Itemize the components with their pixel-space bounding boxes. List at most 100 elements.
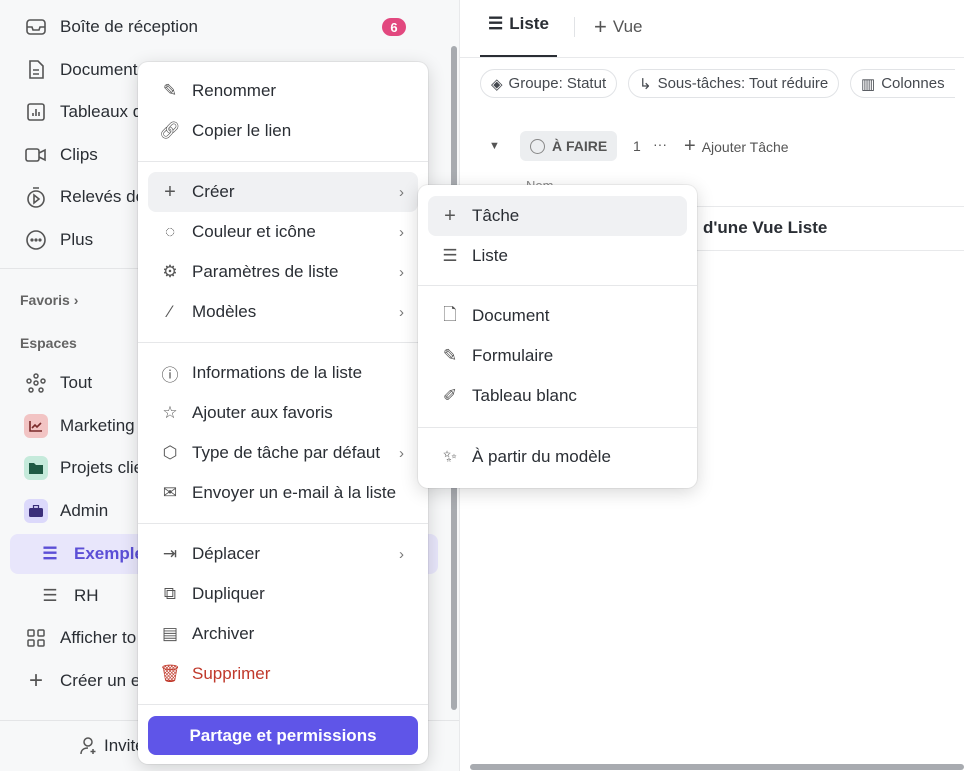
menu-item-list-info[interactable]: ⓘ Informations de la liste xyxy=(148,353,418,393)
inbox-icon xyxy=(24,15,48,39)
space-label: Projets clie xyxy=(60,458,144,477)
menu-item-default-task-type[interactable]: ⬡ Type de tâche par défaut › xyxy=(148,433,418,473)
chevron-right-icon: › xyxy=(399,263,404,281)
sidebar-item-label: Tableaux d xyxy=(60,102,143,121)
pencil-icon: ✎ xyxy=(162,81,178,100)
add-view-button[interactable]: + Vue xyxy=(594,14,642,40)
more-icon xyxy=(24,228,48,252)
submenu-item-whiteboard[interactable]: ✐ Tableau blanc xyxy=(428,376,687,416)
list-icon: ☰ xyxy=(488,14,504,33)
sidebar-item-label: Boîte de réception xyxy=(60,17,198,36)
menu-label: Déplacer xyxy=(192,544,261,563)
duplicate-icon: ⧉ xyxy=(163,584,177,603)
menu-label: Créer xyxy=(192,182,235,201)
task-name: d'une Vue Liste xyxy=(703,218,828,237)
space-label: Créer un e xyxy=(60,671,141,690)
menu-item-color-icon[interactable]: ◌ Couleur et icône › xyxy=(148,212,418,252)
task-count: 1 xyxy=(633,138,641,154)
create-submenu: + Tâche ☰ Liste 🗋︎ Document ✎ Formulaire ✐ Ta… xyxy=(418,185,697,488)
menu-item-create[interactable]: + Créer › xyxy=(148,172,418,212)
list-icon: ☰ xyxy=(42,586,58,605)
folder-icon xyxy=(24,456,48,480)
tab-label: Liste xyxy=(509,14,549,33)
menu-label: Copier le lien xyxy=(192,121,292,140)
plus-icon: + xyxy=(594,14,607,39)
menu-item-archive[interactable]: ▤ Archiver xyxy=(148,614,418,654)
submenu-item-from-template[interactable]: ✨︎ À partir du modèle xyxy=(428,437,687,477)
divider xyxy=(460,57,964,58)
menu-item-rename[interactable]: ✎ Renommer xyxy=(148,71,418,111)
menu-label: Modèles xyxy=(192,302,257,321)
chip-label: Sous-tâches: Tout réduire xyxy=(657,75,829,92)
menu-label: Supprimer xyxy=(192,664,271,683)
divider xyxy=(418,285,697,286)
divider xyxy=(138,161,428,162)
menu-item-copy-link[interactable]: 🔗︎ Copier le lien xyxy=(148,111,418,151)
favorites-label: Favoris xyxy=(20,292,70,308)
menu-item-list-settings[interactable]: ⚙ Paramètres de liste › xyxy=(148,252,418,292)
divider xyxy=(138,342,428,343)
list-add-icon: ☰ xyxy=(442,246,458,265)
menu-label: Type de tâche par défaut xyxy=(192,443,381,462)
menu-label: Archiver xyxy=(192,624,255,643)
menu-item-delete[interactable]: 🗑︎ Supprimer xyxy=(148,654,418,694)
menu-item-templates[interactable]: ⁄ Modèles › xyxy=(148,292,418,332)
menu-item-email-list[interactable]: ✉ Envoyer un e-mail à la liste xyxy=(148,473,418,513)
chevron-right-icon: › xyxy=(399,444,404,462)
status-badge[interactable]: À FAIRE xyxy=(520,131,618,161)
sidebar-item-label: Clips xyxy=(60,145,98,164)
plus-icon: + xyxy=(684,135,696,157)
share-permissions-button[interactable]: Partage et permissions xyxy=(148,716,418,755)
sparkle-wand-icon: ✨︎ xyxy=(443,447,457,466)
list-icon: ☰ xyxy=(42,544,58,563)
inbox-badge: 6 xyxy=(382,18,406,36)
horizontal-scrollbar[interactable] xyxy=(470,764,964,770)
menu-label: Renommer xyxy=(192,81,277,100)
menu-item-add-favorite[interactable]: ☆ Ajouter aux favoris xyxy=(148,393,418,433)
columns-icon: ▥ xyxy=(861,75,876,93)
collapse-caret-icon[interactable]: ▼ xyxy=(489,140,500,152)
tab-list[interactable]: ☰ Liste xyxy=(488,14,549,34)
status-label: À FAIRE xyxy=(552,138,608,154)
more-icon[interactable]: ··· xyxy=(653,136,667,152)
columns-chip[interactable]: ▥ Colonnes xyxy=(850,69,955,98)
archive-icon: ▤ xyxy=(161,624,179,643)
chevron-right-icon: › xyxy=(399,223,404,241)
space-label: Marketing xyxy=(60,416,135,435)
favorites-header[interactable]: Favoris › xyxy=(20,292,78,308)
star-icon: ☆ xyxy=(162,403,178,422)
document-icon xyxy=(24,58,48,82)
submenu-item-form[interactable]: ✎ Formulaire xyxy=(428,336,687,376)
menu-label: Envoyer un e-mail à la liste xyxy=(192,483,397,502)
submenu-item-task[interactable]: + Tâche xyxy=(428,196,687,236)
hub-icon xyxy=(24,371,48,395)
group-by-chip[interactable]: ◈ Groupe: Statut xyxy=(480,69,618,98)
whiteboard-icon: ✐ xyxy=(442,386,458,405)
menu-item-move[interactable]: ⇥ Déplacer › xyxy=(148,534,418,574)
briefcase-icon xyxy=(24,499,48,523)
submenu-item-document[interactable]: 🗋︎ Document xyxy=(428,296,687,336)
list-label: Exemple xyxy=(74,544,144,563)
plus-icon: + xyxy=(28,667,43,694)
cube-icon: ⬡ xyxy=(162,443,178,462)
move-icon: ⇥ xyxy=(162,544,178,563)
invite-button[interactable]: Invite xyxy=(80,736,145,756)
plus-icon: + xyxy=(164,180,176,203)
layers-icon: ◈ xyxy=(491,75,503,93)
menu-label: À partir du modèle xyxy=(472,447,611,466)
chip-label: Groupe: Statut xyxy=(508,75,607,92)
add-task-label: Ajouter Tâche xyxy=(701,138,789,155)
subtasks-chip[interactable]: ↳ Sous-tâches: Tout réduire xyxy=(628,69,840,98)
document-add-icon: 🗋︎ xyxy=(443,304,457,324)
sidebar-item-inbox[interactable]: Boîte de réception 6 xyxy=(10,7,438,47)
droplet-icon: ◌ xyxy=(164,222,176,241)
space-label: Tout xyxy=(60,373,93,392)
submenu-item-list[interactable]: ☰ Liste xyxy=(428,236,687,276)
menu-label: Document xyxy=(472,306,550,325)
info-icon: ⓘ xyxy=(161,365,179,385)
tab-label: Vue xyxy=(612,17,643,36)
add-task-button[interactable]: + Ajouter Tâche xyxy=(684,135,789,158)
menu-item-duplicate[interactable]: ⧉ Dupliquer xyxy=(148,574,418,614)
video-icon xyxy=(24,143,48,167)
menu-label: Dupliquer xyxy=(192,584,265,603)
